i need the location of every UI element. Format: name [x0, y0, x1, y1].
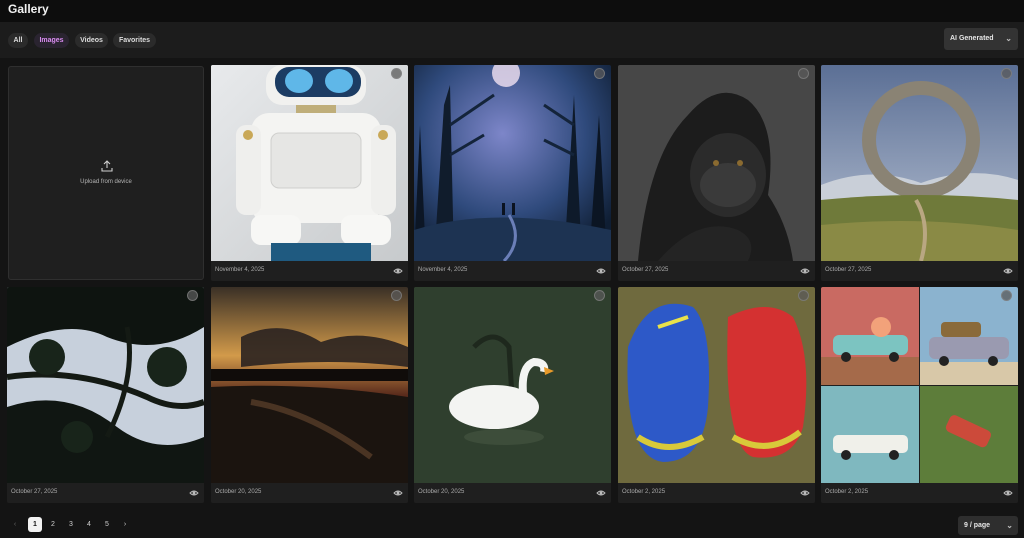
select-checkbox[interactable] — [1001, 68, 1012, 79]
eye-icon[interactable] — [800, 266, 810, 276]
item-date: October 20, 2025 — [418, 489, 465, 495]
eye-icon[interactable] — [596, 266, 606, 276]
item-date: October 2, 2025 — [622, 489, 666, 495]
eye-icon[interactable] — [393, 488, 403, 498]
page-2-button[interactable]: 2 — [46, 517, 60, 532]
page-4-button[interactable]: 4 — [82, 517, 96, 532]
eye-icon[interactable] — [393, 266, 403, 276]
eye-icon[interactable] — [189, 488, 199, 498]
gallery-item[interactable]: October 2, 2025 — [821, 287, 1018, 503]
tab-favorites[interactable]: Favorites — [113, 33, 156, 48]
swan-image — [414, 287, 611, 483]
prev-page-button[interactable]: ‹ — [8, 517, 22, 532]
chevron-down-icon: ⌄ — [1005, 34, 1012, 43]
next-page-button[interactable]: › — [118, 517, 132, 532]
eye-icon[interactable] — [1003, 488, 1013, 498]
item-caption: October 27, 2025 — [821, 261, 1018, 281]
select-checkbox[interactable] — [594, 290, 605, 301]
eye-icon[interactable] — [1003, 266, 1013, 276]
upload-icon — [101, 160, 113, 172]
page-1-button[interactable]: 1 — [28, 517, 42, 532]
select-checkbox[interactable] — [187, 290, 198, 301]
upload-dropzone[interactable]: Upload from device — [8, 66, 204, 280]
gallery-item[interactable]: October 2, 2025 — [618, 287, 815, 503]
item-caption: October 2, 2025 — [821, 483, 1018, 503]
filter-bar: All Images Videos Favorites AI Generated… — [0, 22, 1024, 58]
robot-image — [211, 65, 408, 261]
item-date: November 4, 2025 — [418, 267, 468, 273]
upload-label: Upload from device — [80, 179, 132, 185]
gallery-item[interactable]: November 4, 2025 — [414, 65, 611, 281]
eye-icon[interactable] — [596, 488, 606, 498]
stone-ring-image — [821, 65, 1018, 261]
tab-all[interactable]: All — [8, 33, 28, 48]
tree-silhouette-image — [7, 287, 204, 483]
item-caption: November 4, 2025 — [211, 261, 408, 281]
page-size-select[interactable]: 9 / page ⌄ — [958, 516, 1018, 535]
page-title: Gallery — [8, 2, 49, 16]
select-checkbox[interactable] — [1001, 290, 1012, 301]
item-caption: October 27, 2025 — [618, 261, 815, 281]
gallery-item[interactable]: October 20, 2025 — [414, 287, 611, 503]
item-date: October 27, 2025 — [11, 489, 58, 495]
gallery-item[interactable]: October 27, 2025 — [618, 65, 815, 281]
select-checkbox[interactable] — [798, 290, 809, 301]
eye-icon[interactable] — [800, 488, 810, 498]
item-date: October 27, 2025 — [622, 267, 669, 273]
app-header: Gallery — [0, 0, 1024, 22]
sunset-river-image — [211, 287, 408, 483]
page-size-value: 9 / page — [964, 522, 991, 529]
misty-forest-image — [414, 65, 611, 261]
select-checkbox[interactable] — [594, 68, 605, 79]
tab-images[interactable]: Images — [34, 33, 69, 48]
gallery-item[interactable]: November 4, 2025 — [211, 65, 408, 281]
tab-videos[interactable]: Videos — [75, 33, 108, 48]
gallery-item[interactable]: October 27, 2025 — [821, 65, 1018, 281]
page-3-button[interactable]: 3 — [64, 517, 78, 532]
chevron-down-icon: ⌄ — [1006, 521, 1013, 530]
item-date: November 4, 2025 — [215, 267, 265, 273]
item-caption: October 2, 2025 — [618, 483, 815, 503]
car-collage-image — [821, 287, 1018, 483]
item-caption: November 4, 2025 — [414, 261, 611, 281]
item-caption: October 20, 2025 — [414, 483, 611, 503]
item-date: October 27, 2025 — [825, 267, 872, 273]
select-checkbox[interactable] — [391, 290, 402, 301]
select-checkbox[interactable] — [798, 68, 809, 79]
gorilla-image — [618, 65, 815, 261]
item-date: October 20, 2025 — [215, 489, 262, 495]
page-5-button[interactable]: 5 — [100, 517, 114, 532]
source-select-value: AI Generated — [950, 35, 994, 42]
gallery-item[interactable]: October 20, 2025 — [211, 287, 408, 503]
source-select[interactable]: AI Generated ⌄ — [944, 28, 1018, 50]
select-checkbox[interactable] — [391, 68, 402, 79]
item-caption: October 27, 2025 — [7, 483, 204, 503]
item-caption: October 20, 2025 — [211, 483, 408, 503]
shoes-image — [618, 287, 815, 483]
gallery-item[interactable]: October 27, 2025 — [7, 287, 204, 503]
item-date: October 2, 2025 — [825, 489, 869, 495]
